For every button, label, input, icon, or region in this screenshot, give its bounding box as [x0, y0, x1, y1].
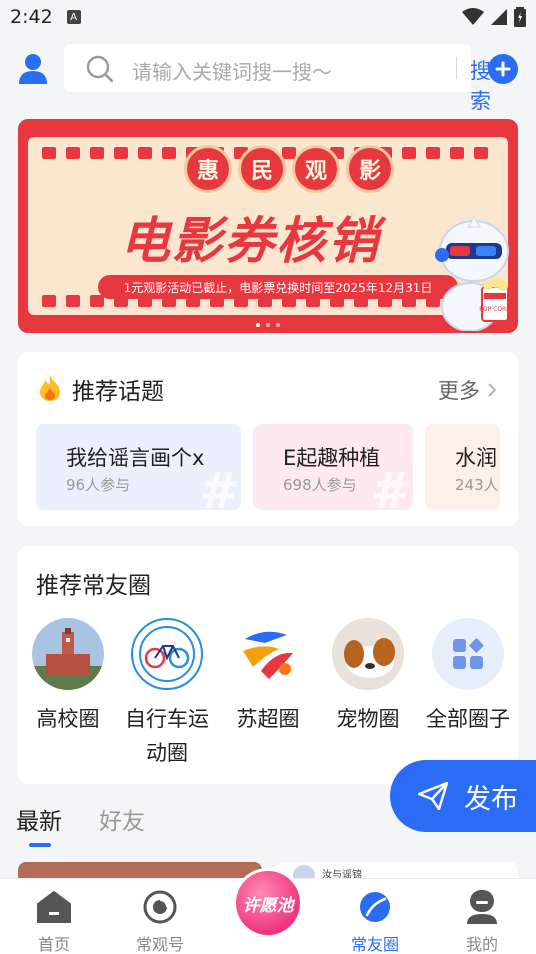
hash-icon: # — [370, 462, 405, 510]
banner-badge: 惠 — [184, 145, 232, 193]
notification-a-icon: A — [66, 10, 81, 24]
channel-icon — [142, 889, 178, 925]
wish-label: 许愿池 — [236, 871, 300, 935]
active-tab-indicator — [29, 843, 51, 847]
publish-label: 发布 — [464, 783, 518, 815]
all-circles-avatar — [432, 618, 504, 690]
topics-title: 推荐话题 — [72, 379, 164, 405]
circle-nav-icon — [357, 889, 393, 925]
profile-icon — [464, 889, 500, 925]
status-bar: 2:42 A — [0, 0, 536, 34]
plus-icon — [495, 61, 511, 77]
bicycle-icon — [139, 626, 195, 682]
campus-building-icon — [32, 618, 104, 690]
hash-icon: # — [198, 462, 233, 510]
nav-home-label: 首页 — [37, 935, 70, 954]
topic-item[interactable]: 我给谣言画个x 96人参与 # — [36, 424, 241, 510]
topic-title: 水润 — [455, 446, 497, 470]
banner-badge: 民 — [238, 145, 286, 193]
circle-label: 苏超圈 — [236, 707, 300, 731]
search-bar[interactable]: 请输入关键词搜一搜～ 搜索 — [64, 44, 491, 113]
nav-channel[interactable]: 常观号 — [120, 889, 200, 954]
banner-pagination — [18, 323, 518, 327]
nav-mine-label: 我的 — [465, 935, 498, 954]
flame-icon — [40, 375, 60, 401]
popcorn-label: POP CORN — [479, 306, 510, 313]
publish-button[interactable]: 发布 — [390, 760, 536, 832]
circle-label: 全部圈子 — [426, 707, 510, 731]
circle-label: 宠物圈 — [336, 707, 400, 731]
circle-item-all[interactable]: 全部圈子 — [418, 618, 518, 736]
topic-count: 243人 — [455, 476, 499, 494]
banner-dot[interactable] — [266, 323, 270, 327]
circle-label: 高校圈 — [36, 707, 100, 731]
topic-count: 698人参与 — [283, 476, 357, 494]
circle-item-pets[interactable]: 宠物圈 — [318, 618, 418, 736]
banner-badges: 惠 民 观 影 — [184, 145, 394, 193]
topics-more-label: 更多 — [438, 379, 480, 403]
search-input[interactable]: 请输入关键词搜一搜～ — [132, 56, 332, 85]
user-icon[interactable] — [18, 53, 48, 85]
tab-friends[interactable]: 好友 — [99, 802, 145, 836]
search-icon — [86, 55, 114, 83]
topic-title: E起趣种植 — [283, 446, 381, 470]
nav-mine[interactable]: 我的 — [442, 889, 522, 954]
nav-circle-label: 常友圈 — [350, 935, 399, 954]
topic-item[interactable]: 水润 243人 — [425, 424, 500, 510]
topics-more-link[interactable]: 更多 — [438, 375, 496, 405]
circle-item-suchao[interactable]: 苏超圈 — [218, 618, 318, 736]
wifi-icon — [462, 8, 484, 25]
nav-channel-label: 常观号 — [135, 935, 184, 954]
banner-badge: 观 — [292, 145, 340, 193]
home-icon — [36, 889, 72, 925]
status-icons — [462, 7, 526, 27]
topic-title: 我给谣言画个x — [66, 446, 205, 470]
circle-item-cycling[interactable]: 自行车运动圈 — [118, 618, 216, 770]
banner-headline: 电影券核销 — [120, 212, 380, 270]
banner-badge: 影 — [346, 145, 394, 193]
banner-dot-active[interactable] — [256, 323, 260, 327]
add-icon[interactable] — [488, 54, 518, 84]
circle-label: 自行车运动圈 — [125, 707, 209, 765]
suchao-avatar — [232, 618, 304, 690]
grid-icon — [453, 638, 484, 669]
campus-avatar — [32, 618, 104, 690]
circle-item-campus[interactable]: 高校圈 — [18, 618, 118, 736]
status-time: 2:42 — [10, 6, 53, 28]
robot-mascot-icon: POP CORN — [435, 216, 511, 331]
nav-circle[interactable]: 常友圈 — [335, 889, 415, 954]
recommended-topics-card: 推荐话题 更多 我给谣言画个x 96人参与 # E起趣种植 698人参与 # 水… — [18, 352, 518, 526]
recommended-circles-card: 推荐常友圈 高校圈 自行车运动圈 苏超圈 宠物圈 全部圈子 — [18, 546, 518, 784]
send-icon — [418, 782, 448, 810]
search-divider — [456, 57, 457, 79]
top-bar: 请输入关键词搜一搜～ 搜索 — [0, 44, 536, 113]
circles-title: 推荐常友圈 — [36, 573, 151, 599]
topic-count: 96人参与 — [66, 476, 131, 494]
banner-subtitle: 1元观影活动已截止，电影票兑换时间至2025年12月31日 — [98, 275, 458, 299]
chevron-right-icon — [488, 383, 496, 397]
suchao-logo-icon — [243, 631, 293, 679]
battery-icon — [514, 7, 526, 27]
cycling-avatar — [131, 618, 203, 690]
topic-item[interactable]: E起趣种植 698人参与 # — [253, 424, 413, 510]
promo-banner[interactable]: 惠 民 观 影 电影券核销 1元观影活动已截止，电影票兑换时间至2025年12月… — [18, 119, 518, 333]
pets-avatar — [332, 618, 404, 690]
banner-dot[interactable] — [276, 323, 280, 327]
nav-wish-button[interactable]: 许愿池 — [233, 868, 303, 938]
tab-latest[interactable]: 最新 — [16, 802, 62, 836]
cellular-icon — [491, 9, 507, 25]
nav-home[interactable]: 首页 — [14, 889, 94, 954]
puppy-icon — [332, 618, 404, 690]
